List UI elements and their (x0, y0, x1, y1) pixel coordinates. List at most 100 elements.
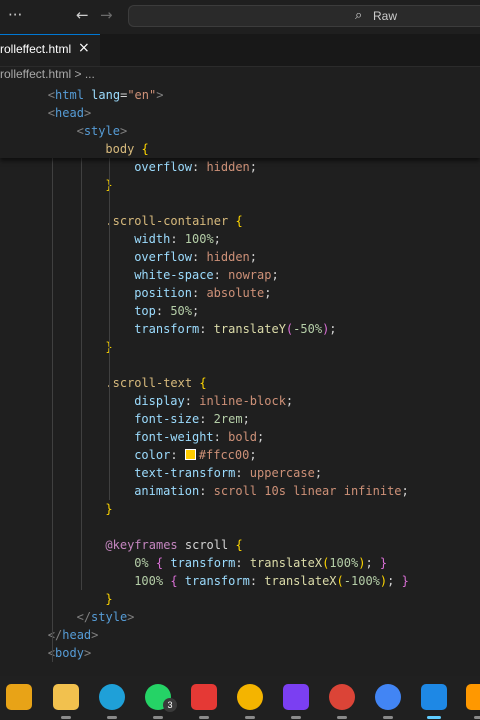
code-token: translateX (249, 556, 323, 570)
code-token: > (83, 646, 92, 660)
back-arrow-icon[interactable]: ← (76, 6, 89, 24)
code-line: body { (105, 140, 148, 158)
code-line: position: absolute; (134, 284, 271, 302)
code-token: -50% (293, 322, 323, 336)
code-token: overflow (134, 160, 192, 174)
code-line: </style> (77, 608, 135, 626)
color-swatch (184, 449, 196, 460)
code-token: : (191, 250, 207, 264)
code-token: < (47, 106, 56, 120)
code-token: head (55, 106, 84, 120)
code-token: bold (228, 430, 258, 444)
code-token: ; (329, 322, 337, 336)
code-token: : (155, 304, 171, 318)
breadcrumb-file[interactable]: rolleffect.html (0, 67, 71, 81)
tab-scrolleffect[interactable]: rolleffect.html × (0, 34, 100, 66)
taskbar: 3 (0, 676, 480, 720)
code-line: color: #ffcc00; (134, 446, 256, 464)
copilot-icon[interactable] (6, 684, 32, 710)
code-token: scroll 10s linear infinite (213, 484, 402, 498)
code-token: white-space (134, 268, 214, 282)
code-token: </ (47, 628, 63, 642)
code-token: < (76, 124, 84, 138)
code-token: : (199, 484, 214, 498)
code-token: font-size (134, 412, 200, 426)
code-token: ( (336, 574, 344, 588)
code-token: absolute (206, 286, 265, 300)
edge-icon[interactable] (99, 684, 125, 710)
title-bar: ··· ← → ⌕ Raw (0, 0, 480, 32)
code-token: lang (91, 88, 121, 102)
code-token: font-weight (134, 430, 214, 444)
chrome-canary-icon[interactable] (237, 684, 263, 710)
code-token: > (91, 628, 99, 642)
code-token: ; (314, 466, 323, 480)
code-token: ; (387, 574, 402, 588)
vscode-icon[interactable] (421, 684, 447, 710)
code-token: } (401, 574, 409, 588)
notification-badge: 3 (163, 698, 177, 712)
menu-more-icon[interactable]: ··· (8, 6, 22, 24)
editor-tab-bar: rolleffect.html × (0, 34, 480, 67)
breadcrumb-more[interactable]: ... (85, 67, 95, 81)
code-token: html (55, 88, 84, 102)
code-token: position (134, 286, 192, 300)
phpstorm-icon[interactable] (283, 684, 309, 710)
code-token: @keyframes (105, 538, 178, 552)
anydesk-icon[interactable] (191, 684, 217, 710)
code-line: text-transform: uppercase; (134, 464, 322, 482)
file-explorer-icon[interactable] (53, 684, 79, 710)
code-token: ; (365, 556, 380, 570)
code-token: transform (134, 322, 200, 336)
forward-arrow-icon[interactable]: → (100, 6, 113, 24)
code-token: : (191, 286, 207, 300)
close-icon[interactable]: × (78, 40, 90, 56)
code-line: overflow: hidden; (134, 158, 257, 176)
indent-guide (51, 104, 53, 662)
code-line: white-space: nowrap; (134, 266, 279, 284)
code-line: 0% { transform: translateX(100%); } (134, 554, 387, 572)
code-token: #ffcc00 (198, 448, 250, 462)
code-token: </ (76, 610, 92, 624)
code-token: > (127, 610, 135, 624)
code-token: : (235, 556, 250, 570)
running-indicator (107, 716, 117, 719)
code-token: : (170, 232, 185, 246)
code-token: uppercase (249, 466, 315, 480)
code-line: <style> (77, 122, 128, 140)
code-token: top (134, 304, 156, 318)
code-line: font-size: 2rem; (134, 410, 250, 428)
code-token: > (83, 106, 92, 120)
code-token: : (184, 394, 200, 408)
running-indicator (427, 716, 441, 719)
code-token: > (119, 124, 128, 138)
running-indicator (383, 716, 393, 719)
code-token: transform (170, 556, 236, 570)
sublime-icon[interactable] (466, 684, 480, 710)
command-center-search[interactable]: ⌕ Raw (128, 5, 480, 27)
code-token: { (235, 214, 243, 228)
code-token: } (105, 502, 113, 516)
code-token: ; (271, 268, 279, 282)
code-line: animation: scroll 10s linear infinite; (134, 482, 409, 500)
code-line: .scroll-container { (105, 212, 242, 230)
running-indicator (153, 716, 163, 719)
tab-label: rolleffect.html (0, 42, 72, 56)
android-studio-icon[interactable] (375, 684, 401, 710)
running-indicator (291, 716, 301, 719)
sticky-scroll-header[interactable]: <html lang="en"> <head> <style> body { (0, 86, 480, 158)
code-line: </head> (48, 626, 99, 644)
code-line: width: 100%; (134, 230, 221, 248)
code-line: @keyframes scroll { (105, 536, 242, 554)
code-token: : (191, 160, 207, 174)
search-icon: ⌕ (355, 8, 363, 23)
code-token: 0% (134, 556, 149, 570)
chrome-icon[interactable] (329, 684, 355, 710)
code-token: overflow (134, 250, 192, 264)
code-editor[interactable]: <html lang="en"> <head> <style> body { over… (0, 86, 480, 662)
breadcrumb: rolleffect.html > ... (0, 67, 95, 85)
code-token: "en" (127, 88, 157, 102)
code-token: display (134, 394, 185, 408)
code-token: inline-block (199, 394, 286, 408)
